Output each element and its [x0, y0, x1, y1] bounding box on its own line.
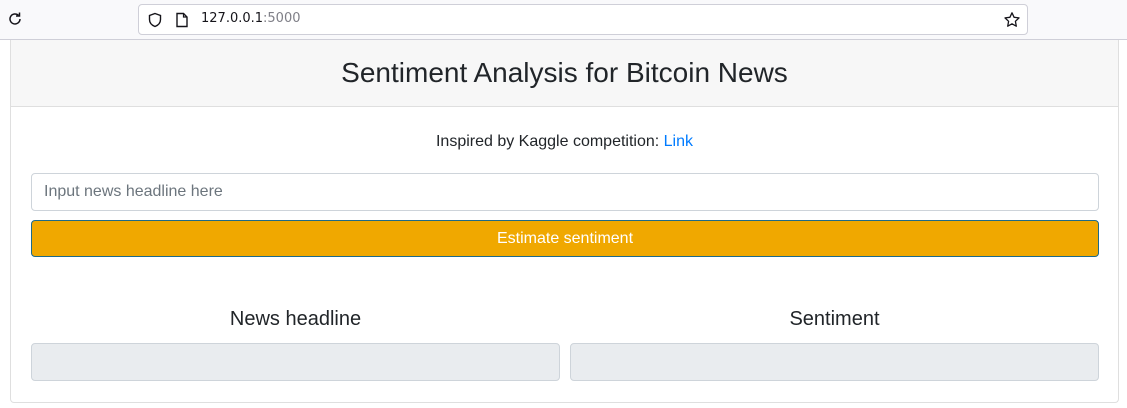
inspired-text: Inspired by Kaggle competition:	[435, 133, 664, 150]
sentiment-output	[570, 343, 1099, 381]
page-title: Sentiment Analysis for Bitcoin News	[341, 57, 788, 88]
url-text[interactable]: 127.0.0.1:5000	[201, 11, 301, 26]
kaggle-link[interactable]: Link	[664, 133, 693, 150]
headline-input[interactable]	[31, 173, 1099, 211]
card-header: Sentiment Analysis for Bitcoin News	[11, 40, 1118, 107]
reload-icon[interactable]	[6, 10, 24, 28]
main-card: Sentiment Analysis for Bitcoin News Insp…	[10, 40, 1119, 403]
address-bar[interactable]: 127.0.0.1:5000	[138, 4, 1028, 35]
sentiment-label: Sentiment	[789, 308, 880, 330]
url-port: :5000	[263, 11, 301, 26]
news-headline-label: News headline	[229, 308, 362, 330]
shield-icon[interactable]	[147, 12, 163, 28]
estimate-sentiment-button[interactable]: Estimate sentiment	[31, 220, 1099, 257]
bookmark-star-icon[interactable]	[1003, 11, 1021, 29]
url-host: 127.0.0.1	[201, 11, 264, 26]
inspired-line: Inspired by Kaggle competition: Link	[11, 133, 1118, 151]
page-icon[interactable]	[175, 12, 189, 28]
headline-output	[31, 343, 560, 381]
browser-toolbar: 127.0.0.1:5000	[0, 0, 1127, 40]
